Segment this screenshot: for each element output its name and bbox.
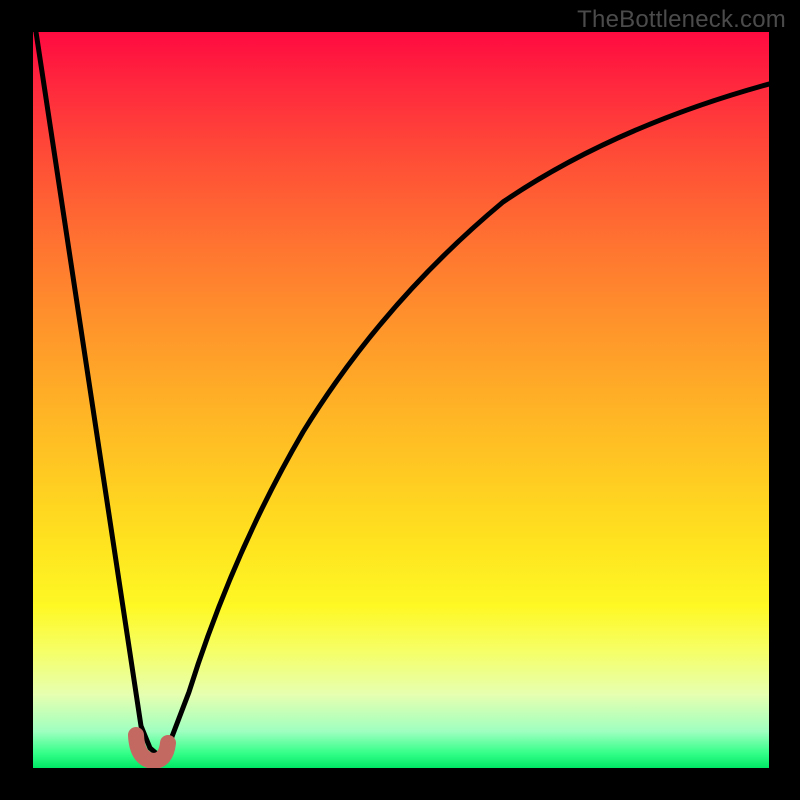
watermark-text: TheBottleneck.com bbox=[577, 6, 786, 34]
curve-path bbox=[36, 32, 769, 754]
plot-area bbox=[33, 32, 769, 768]
chart-frame: TheBottleneck.com bbox=[0, 0, 800, 800]
bottleneck-curve bbox=[33, 32, 769, 768]
